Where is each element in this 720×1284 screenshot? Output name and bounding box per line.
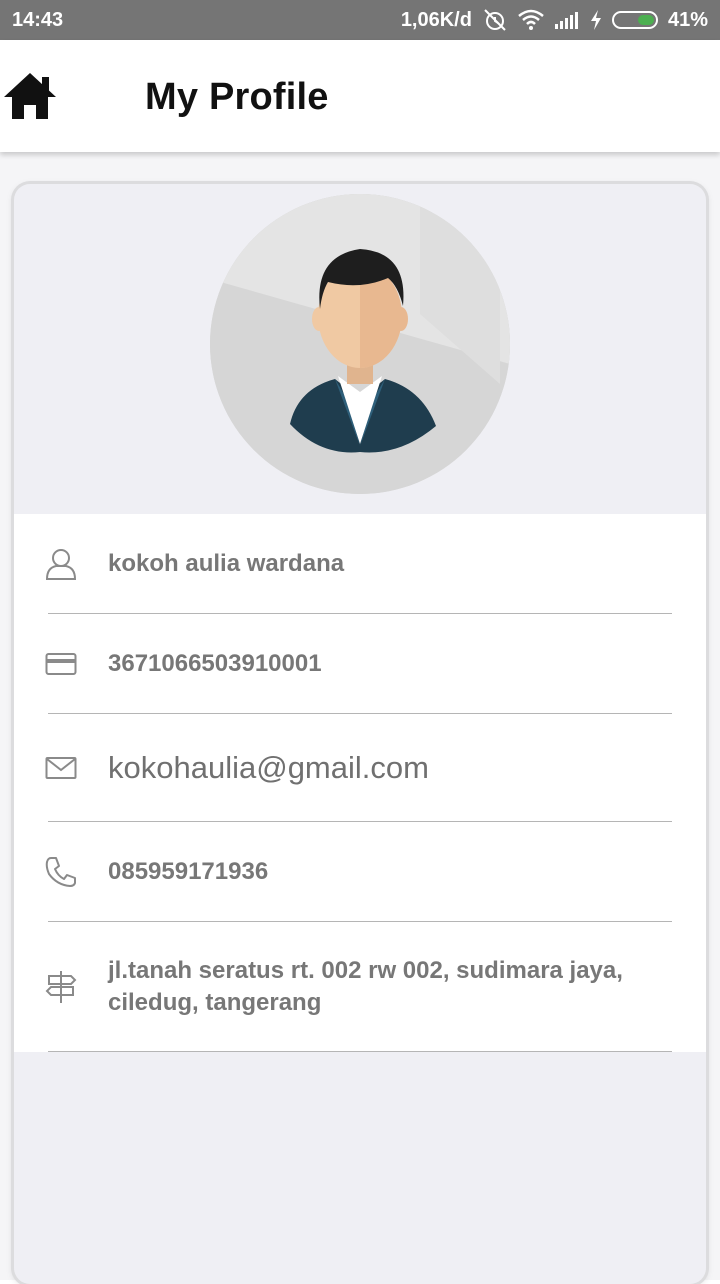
alarm-off-icon [482, 8, 508, 32]
profile-row-name[interactable]: kokoh aulia wardana [14, 514, 706, 614]
profile-email: kokohaulia@gmail.com [108, 750, 429, 785]
battery-icon [611, 11, 658, 29]
home-icon [4, 73, 56, 119]
card-icon [44, 647, 78, 681]
profile-phone: 085959171936 [108, 858, 269, 885]
page-title: My Profile [145, 76, 329, 118]
mail-icon [44, 751, 78, 785]
profile-row-address[interactable]: jl.tanah seratus rt. 002 rw 002, sudimar… [14, 922, 706, 1052]
profile-row-id[interactable]: 3671066503910001 [14, 614, 706, 714]
battery-percent: 41% [667, 8, 708, 31]
signpost-icon [44, 970, 78, 1004]
profile-address: jl.tanah seratus rt. 002 rw 002, sudimar… [108, 957, 623, 1016]
profile-row-phone[interactable]: 085959171936 [14, 822, 706, 922]
phone-icon [44, 855, 78, 889]
profile-name: kokoh aulia wardana [108, 550, 345, 577]
user-icon [44, 547, 78, 581]
battery-level [638, 15, 654, 25]
profile-row-email[interactable]: kokohaulia@gmail.com [14, 714, 706, 822]
network-speed: 1,06K/d [400, 8, 472, 31]
app-bar: My Profile [0, 40, 720, 152]
profile-card: kokoh aulia wardana 3671066503910001 kok… [14, 184, 706, 1284]
wifi-icon [518, 9, 544, 31]
status-time: 14:43 [12, 8, 64, 31]
charging-icon [590, 10, 602, 30]
profile-avatar[interactable] [210, 194, 510, 494]
person-avatar-icon [210, 194, 510, 494]
status-bar: 14:43 1,06K/d 41% [0, 0, 720, 40]
status-icons: 1,06K/d 41% [401, 8, 708, 32]
profile-id-number: 3671066503910001 [108, 650, 322, 677]
home-button[interactable] [2, 70, 58, 122]
signal-icon [554, 10, 580, 30]
profile-info-list: kokoh aulia wardana 3671066503910001 kok… [14, 514, 706, 1052]
